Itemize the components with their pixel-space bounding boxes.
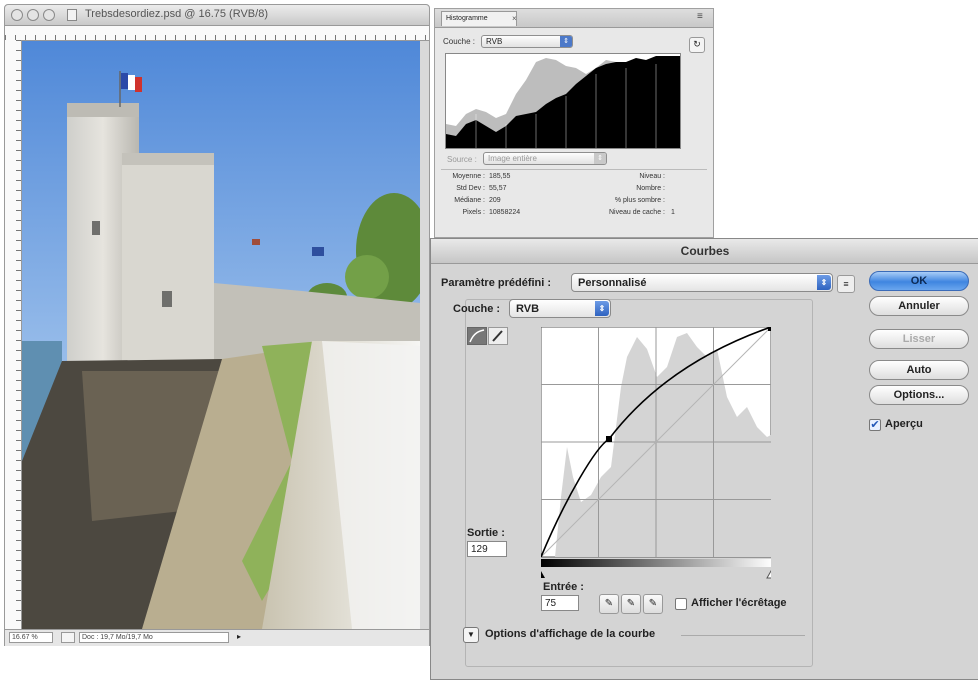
document-size-info: Doc : 19,7 Mo/19,7 Mo: [79, 632, 229, 643]
show-clipping-label: Afficher l'écrêtage: [691, 597, 787, 609]
output-label: Sortie :: [467, 527, 505, 539]
tab-histogram[interactable]: Histogramme ×: [441, 11, 517, 26]
stat-stddev-label: Std Dev :: [456, 185, 485, 192]
input-label: Entrée :: [543, 581, 584, 593]
minimize-window-icon[interactable]: [27, 9, 39, 21]
stat-pixels-value: 10858224: [489, 209, 521, 216]
output-field[interactable]: 129: [467, 541, 507, 557]
channel-select[interactable]: RVB ⇕: [509, 299, 611, 318]
stat-stddev-value: 55,57: [489, 185, 507, 192]
white-eyedropper-icon[interactable]: ✎: [643, 594, 663, 614]
ok-button[interactable]: OK: [869, 271, 969, 291]
pencil-tool-icon[interactable]: [488, 327, 508, 345]
preset-select[interactable]: Personnalisé ⇕: [571, 273, 833, 292]
document-title: Trebsdesordiez.psd @ 16.75 (RVB/8): [85, 8, 268, 20]
stat-median-value: 209: [489, 197, 501, 204]
stat-percentile-label: % plus sombre :: [614, 197, 665, 204]
preset-label: Paramètre prédéfini :: [441, 277, 552, 289]
horizontal-ruler[interactable]: [5, 26, 429, 41]
black-eyedropper-icon[interactable]: ✎: [599, 594, 619, 614]
stat-level-label: Niveau :: [639, 173, 665, 180]
histogram-source-label: Source :: [447, 155, 477, 164]
show-clipping-checkbox[interactable]: [675, 598, 687, 610]
stat-cache-level-label: Niveau de cache :: [608, 209, 665, 216]
refresh-icon[interactable]: ↻: [689, 37, 705, 53]
histogram-source-value: Image entière: [488, 154, 537, 163]
dialog-title: Courbes: [680, 244, 730, 258]
channel-label: Couche :: [453, 303, 501, 315]
input-gradient-bar: [541, 559, 771, 567]
preset-value: Personnalisé: [578, 277, 647, 289]
input-field[interactable]: 75: [541, 595, 579, 611]
histogram-plot: [446, 56, 680, 148]
chevron-down-icon: ⇕: [560, 36, 572, 47]
chevron-down-icon: ⇕: [594, 153, 606, 164]
status-arrow-icon[interactable]: ▸: [237, 632, 241, 641]
options-button[interactable]: Options...: [869, 385, 969, 405]
histogram-source-select[interactable]: Image entière ⇕: [483, 152, 607, 165]
curve-editor[interactable]: [541, 327, 771, 579]
curves-titlebar[interactable]: Courbes: [431, 239, 978, 264]
curve-end-point[interactable]: [768, 327, 771, 331]
stat-median-label: Médiane :: [454, 197, 485, 204]
chevron-down-icon: ⇕: [595, 301, 609, 316]
curve-points-tool-icon[interactable]: [467, 327, 487, 345]
document-window: Trebsdesordiez.psd @ 16.75 (RVB/8) 16.67…: [4, 4, 430, 646]
panel-menu-icon[interactable]: ≡: [697, 11, 703, 22]
close-icon[interactable]: ×: [512, 12, 517, 26]
smooth-button[interactable]: Lisser: [869, 329, 969, 349]
disclosure-triangle-icon[interactable]: ▼: [463, 627, 479, 643]
black-point-slider[interactable]: [541, 571, 545, 578]
preview-checkbox[interactable]: ✔: [869, 419, 881, 431]
status-menu-icon[interactable]: [61, 632, 75, 643]
stat-cache-level-value: 1: [671, 209, 675, 216]
histogram-channel-select[interactable]: RVB ⇕: [481, 35, 573, 48]
document-proxy-icon: [67, 9, 77, 21]
close-window-icon[interactable]: [11, 9, 23, 21]
auto-button[interactable]: Auto: [869, 360, 969, 380]
vertical-ruler[interactable]: [5, 40, 22, 629]
document-canvas[interactable]: [22, 41, 420, 629]
document-titlebar[interactable]: Trebsdesordiez.psd @ 16.75 (RVB/8): [5, 5, 429, 26]
histogram-channel-label: Couche :: [443, 37, 476, 46]
histogram-panel: Histogramme × ≡ Couche : RVB ⇕ ↻ Source …: [434, 8, 714, 238]
histogram-channel-value: RVB: [486, 37, 503, 46]
channel-value: RVB: [516, 303, 540, 315]
white-point-slider[interactable]: [766, 569, 771, 579]
document-status-bar: 16.67 % Doc : 19,7 Mo/19,7 Mo ▸: [5, 629, 429, 646]
photo-tower-scene: [22, 41, 420, 629]
stat-pixels-label: Pixels :: [462, 209, 485, 216]
zoom-window-icon[interactable]: [43, 9, 55, 21]
histogram-tabbar: Histogramme × ≡: [435, 9, 713, 28]
divider: [441, 169, 707, 170]
curve-mode-tools: [467, 327, 511, 347]
cancel-button[interactable]: Annuler: [869, 296, 969, 316]
curve-graph: [541, 327, 771, 558]
tab-histogram-label: Histogramme: [446, 15, 488, 22]
zoom-level-field[interactable]: 16.67 %: [9, 632, 53, 643]
curves-dialog: Courbes Paramètre prédéfini : Personnali…: [430, 238, 978, 680]
preview-label: Aperçu: [885, 418, 923, 430]
gray-eyedropper-icon[interactable]: ✎: [621, 594, 641, 614]
divider: [681, 635, 805, 636]
histogram-graph: [445, 53, 681, 149]
stat-mean-label: Moyenne :: [452, 173, 485, 180]
chevron-down-icon: ⇕: [817, 275, 831, 290]
preset-options-icon[interactable]: ≡: [837, 275, 855, 293]
stat-count-label: Nombre :: [636, 185, 665, 192]
curve-control-point[interactable]: [606, 436, 612, 442]
curve-options-label: Options d'affichage de la courbe: [485, 628, 656, 640]
stat-mean-value: 185,55: [489, 173, 511, 180]
